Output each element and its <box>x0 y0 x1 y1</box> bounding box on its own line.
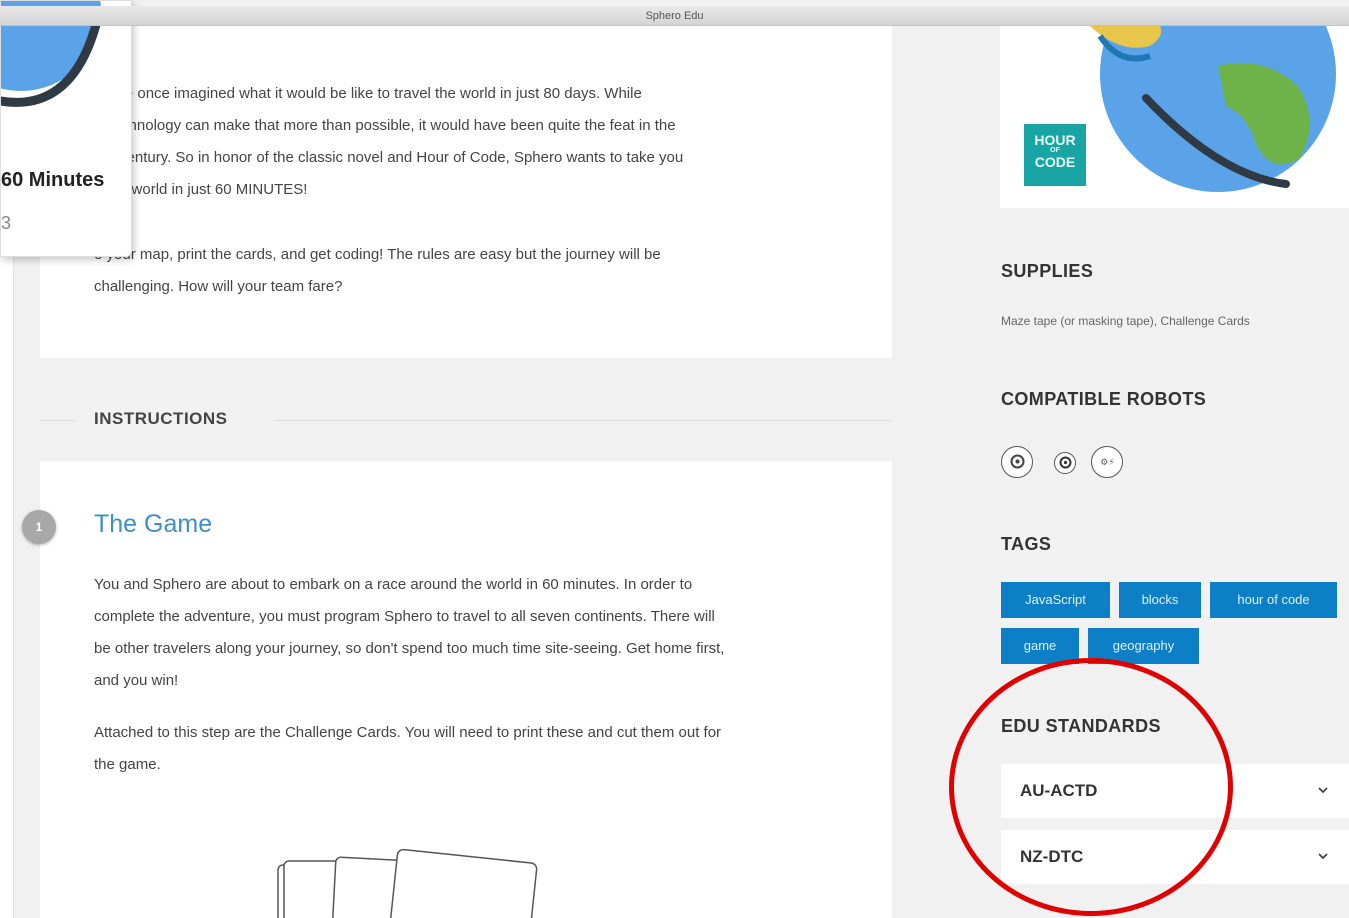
standard-nz-dtc[interactable]: NZ-DTC <box>1001 830 1349 884</box>
tag-hour-of-code[interactable]: hour of code <box>1210 582 1337 618</box>
window-title: Sphero Edu <box>645 10 704 22</box>
supplies-heading: SUPPLIES <box>1001 261 1094 281</box>
compatible-robots-heading: COMPATIBLE ROBOTS <box>1001 389 1207 409</box>
activity-preview-popup[interactable]: 60 Minutes 3 <box>0 0 132 257</box>
window-titlebar: Sphero Edu <box>0 6 1349 26</box>
step-title: The Game <box>94 510 213 538</box>
tag-geography[interactable]: geography <box>1088 628 1199 664</box>
intro-line: 's technology can make that more than po… <box>94 117 676 134</box>
challenge-cards-illustration <box>277 848 538 918</box>
step-text-line: You and Sphero are about to embark on a … <box>94 576 693 593</box>
intro-card: Verne once imagined what it would be lik… <box>40 26 892 358</box>
intro-line: 9th century. So in honor of the classic … <box>94 149 684 166</box>
supplies-text: Maze tape (or masking tape), Challenge C… <box>1001 314 1250 328</box>
step-number-badge: 1 <box>22 510 56 544</box>
tags-heading: TAGS <box>1001 534 1052 554</box>
standard-label: AU-ACTD <box>1020 781 1098 800</box>
intro-line: Verne once imagined what it would be lik… <box>94 85 642 102</box>
hour-of-code-logo: HOUR OF CODE <box>1024 124 1086 186</box>
chevron-down-icon <box>1318 787 1328 794</box>
step-text-line: the game. <box>94 756 161 773</box>
sphero-mini-icon[interactable] <box>1054 452 1076 474</box>
chevron-down-icon <box>1318 853 1328 860</box>
intro-line: d the world in just 60 MINUTES! <box>94 181 308 198</box>
divider <box>274 420 892 421</box>
step-text-line: Attached to this step are the Challenge … <box>94 724 722 741</box>
bb8-robot-icon[interactable]: ⚙⚡ <box>1091 446 1123 478</box>
tag-blocks[interactable]: blocks <box>1119 582 1201 618</box>
edu-standards-heading: EDU STANDARDS <box>1001 716 1161 736</box>
sphero-robot-icon[interactable] <box>1001 446 1033 478</box>
activity-image: HOUR OF CODE <box>1000 26 1349 208</box>
tag-javascript[interactable]: JavaScript <box>1001 582 1110 618</box>
step-text-line: and you win! <box>94 672 179 689</box>
intro-line: challenging. How will your team fare? <box>94 278 343 295</box>
popup-title: 60 Minutes <box>1 169 105 191</box>
standard-label: NZ-DTC <box>1020 847 1084 866</box>
popup-subtitle: 3 <box>1 213 12 233</box>
step-text-line: be other travelers along your journey, s… <box>94 640 725 657</box>
divider <box>40 420 76 421</box>
intro-line: e your map, print the cards, and get cod… <box>94 246 661 263</box>
svg-text:⚙⚡: ⚙⚡ <box>1100 458 1114 468</box>
tag-game[interactable]: game <box>1001 628 1079 664</box>
instructions-heading: INSTRUCTIONS <box>94 409 228 428</box>
standard-au-actd[interactable]: AU-ACTD <box>1001 764 1349 818</box>
step-text-line: complete the adventure, you must program… <box>94 608 715 625</box>
